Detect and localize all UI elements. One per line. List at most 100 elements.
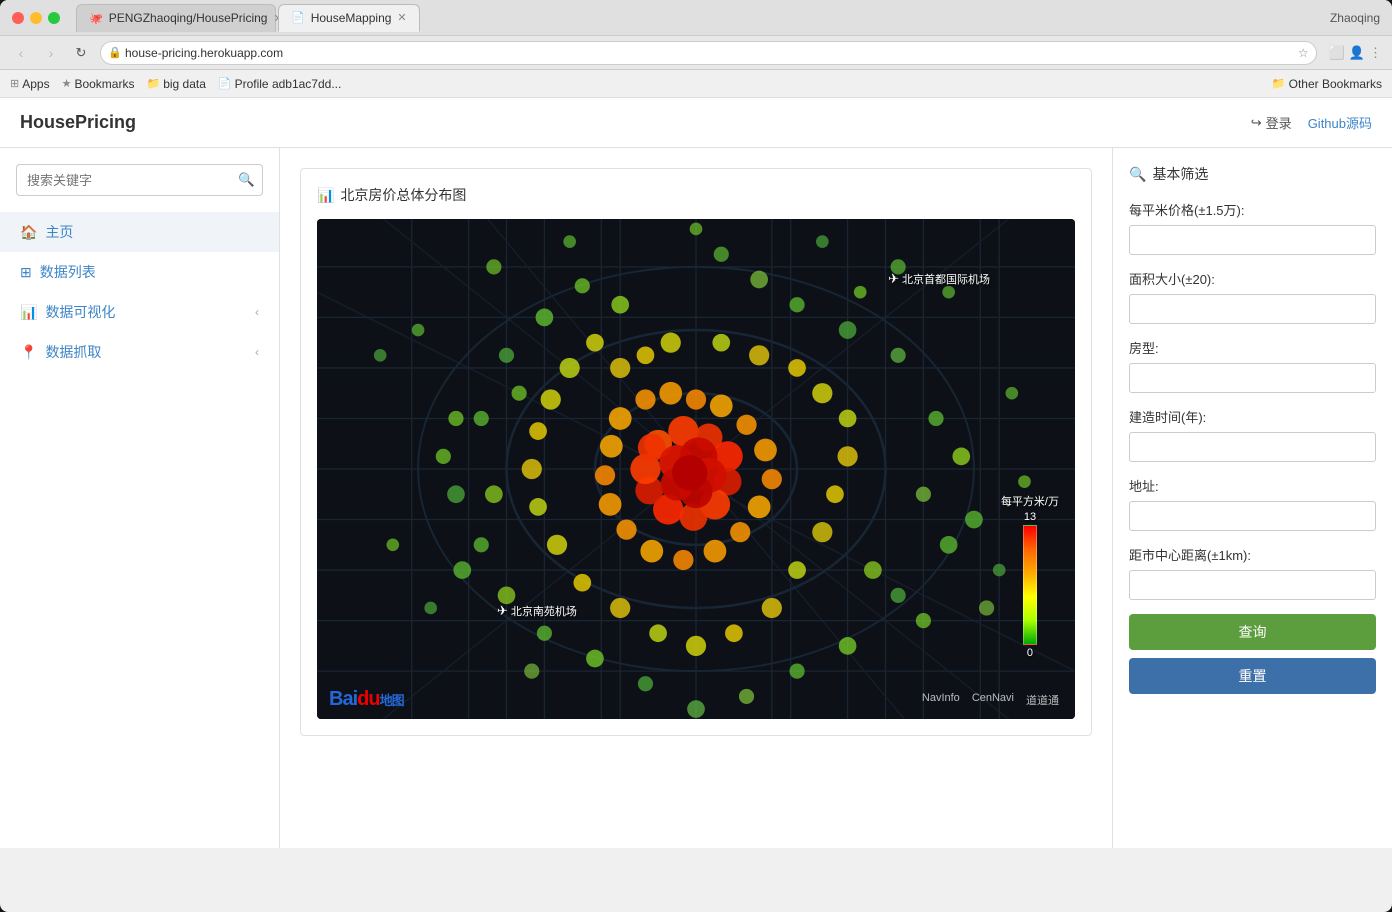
airport-icon-nanyuan: ✈	[497, 603, 508, 619]
chart-icon-title: 📊	[317, 187, 334, 204]
app-body: 🔍 🏠 主页 ⊞ 数据列表 📊 数据可视化 ‹ 📍 数据抓取	[0, 148, 1392, 848]
address-bar: ‹ › ↻ 🔒 ☆ ⬜ 👤 ⋮	[0, 36, 1392, 70]
back-button[interactable]: ‹	[10, 42, 32, 64]
bookmark-apps-label: Apps	[22, 77, 49, 91]
bookmark-profile[interactable]: 📄 Profile adb1ac7dd...	[218, 77, 341, 91]
filter-room-type: 房型:	[1129, 338, 1376, 393]
folder-other-icon: 📁	[1272, 77, 1286, 90]
profile-button[interactable]: 👤	[1349, 45, 1365, 61]
filter-year: 建造时间(年):	[1129, 407, 1376, 462]
refresh-button[interactable]: ↻	[70, 42, 92, 64]
screenshot-button[interactable]: ⬜	[1329, 45, 1345, 61]
query-button[interactable]: 查询	[1129, 614, 1376, 650]
apps-grid-icon: ⊞	[10, 77, 19, 90]
tab-housemapping-close[interactable]: ✕	[397, 11, 406, 24]
legend-min-label: 0	[1027, 647, 1033, 659]
browser-content: HousePricing ↪ 登录 Github源码 🔍	[0, 98, 1392, 848]
search-box: 🔍	[0, 164, 279, 212]
filter-price: 每平米价格(±1.5万):	[1129, 200, 1376, 255]
bookmark-profile-label: Profile adb1ac7dd...	[235, 77, 342, 91]
bookmark-other[interactable]: 📁 Other Bookmarks	[1272, 77, 1382, 91]
login-icon: ↪	[1251, 115, 1262, 131]
forward-button[interactable]: ›	[40, 42, 62, 64]
url-container: 🔒 ☆	[100, 41, 1317, 65]
chevron-right-icon-2: ‹	[255, 345, 259, 359]
map-attribution: Baidu地图 NavInfo CenNavi 道道通	[329, 688, 1059, 711]
filter-title: 🔍 基本筛选	[1129, 164, 1376, 184]
filter-year-label: 建造时间(年):	[1129, 407, 1376, 426]
tab-housemapping[interactable]: 📄 HouseMapping ✕	[278, 4, 420, 32]
tab-housemapping-label: HouseMapping	[311, 11, 392, 25]
filter-price-input[interactable]	[1129, 225, 1376, 255]
login-link[interactable]: ↪ 登录	[1251, 113, 1292, 132]
bookmarks-bar: ⊞ Apps ★ Bookmarks 📁 big data 📄 Profile …	[0, 70, 1392, 98]
pin-icon: 📍	[20, 344, 37, 361]
app-logo: HousePricing	[20, 112, 136, 133]
sidebar: 🔍 🏠 主页 ⊞ 数据列表 📊 数据可视化 ‹ 📍 数据抓取	[0, 148, 280, 848]
sidebar-item-home[interactable]: 🏠 主页	[0, 212, 279, 252]
sidebar-data-crawl-label: 数据抓取	[45, 342, 101, 362]
home-icon: 🏠	[20, 224, 37, 241]
filter-room-type-input[interactable]	[1129, 363, 1376, 393]
airport-icon-capital: ✈	[888, 271, 899, 287]
filter-address-label: 地址:	[1129, 476, 1376, 495]
filter-distance: 距市中心距离(±1km):	[1129, 545, 1376, 600]
filter-room-type-label: 房型:	[1129, 338, 1376, 357]
filter-address-input[interactable]	[1129, 501, 1376, 531]
url-actions: ⬜ 👤 ⋮	[1329, 45, 1382, 61]
filter-address: 地址:	[1129, 476, 1376, 531]
chevron-right-icon: ‹	[255, 305, 259, 319]
search-input[interactable]	[16, 164, 231, 196]
header-actions: ↪ 登录 Github源码	[1251, 113, 1372, 132]
lock-icon: 🔒	[108, 46, 122, 59]
right-panel: 🔍 基本筛选 每平米价格(±1.5万): 面积大小(±20): 房型: 建造时间	[1112, 148, 1392, 848]
browser-window: 🐙 PENGZhaoqing/HousePricing ✕ 📄 HouseMap…	[0, 0, 1392, 912]
page-icon: 📄	[291, 11, 305, 24]
tab-github[interactable]: 🐙 PENGZhaoqing/HousePricing ✕	[76, 4, 276, 32]
filter-title-text: 基本筛选	[1152, 164, 1208, 184]
bookmark-other-label: Other Bookmarks	[1289, 77, 1382, 91]
url-input[interactable]	[100, 41, 1317, 65]
bookmark-star-icon[interactable]: ☆	[1298, 46, 1309, 60]
main-panel: 📊 北京房价总体分布图	[280, 148, 1112, 848]
panel-title-text: 北京房价总体分布图	[340, 185, 466, 205]
maximize-button[interactable]	[48, 12, 60, 24]
search-filter-icon: 🔍	[1129, 166, 1146, 183]
legend-max-label: 13	[1024, 511, 1036, 523]
github-icon: 🐙	[89, 12, 103, 25]
baidu-logo: Baidu地图	[329, 688, 404, 711]
airport-label-nanyuan: ✈ 北京南苑机场	[497, 603, 577, 619]
filter-year-input[interactable]	[1129, 432, 1376, 462]
legend-bar	[1023, 525, 1037, 645]
sidebar-data-viz-label: 数据可视化	[45, 302, 115, 322]
reset-button[interactable]: 重置	[1129, 658, 1376, 694]
sidebar-home-label: 主页	[45, 222, 73, 242]
close-button[interactable]	[12, 12, 24, 24]
login-label: 登录	[1266, 113, 1292, 132]
filter-price-label: 每平米价格(±1.5万):	[1129, 200, 1376, 219]
list-icon: ⊞	[20, 264, 32, 281]
map-container[interactable]: ✈ 北京首都国际机场 ✈ 北京南苑机场 每平方米/万 13 0	[317, 219, 1075, 719]
filter-area-input[interactable]	[1129, 294, 1376, 324]
sidebar-item-data-list[interactable]: ⊞ 数据列表	[0, 252, 279, 292]
github-source-label: Github源码	[1308, 113, 1372, 132]
map-dots	[317, 219, 1075, 719]
sidebar-item-data-crawl[interactable]: 📍 数据抓取 ‹	[0, 332, 279, 372]
airport-label-capital: ✈ 北京首都国际机场	[888, 271, 990, 287]
app-header: HousePricing ↪ 登录 Github源码	[0, 98, 1392, 148]
github-link[interactable]: Github源码	[1308, 113, 1372, 132]
title-bar: 🐙 PENGZhaoqing/HousePricing ✕ 📄 HouseMap…	[0, 0, 1392, 36]
search-button[interactable]: 🔍	[231, 164, 263, 196]
sidebar-item-data-viz[interactable]: 📊 数据可视化 ‹	[0, 292, 279, 332]
filter-distance-input[interactable]	[1129, 570, 1376, 600]
chart-icon: 📊	[20, 304, 37, 321]
folder-icon: 📁	[146, 77, 160, 90]
bookmark-apps[interactable]: ⊞ Apps	[10, 77, 50, 91]
bookmark-bigdata[interactable]: 📁 big data	[146, 77, 205, 91]
filter-area: 面积大小(±20):	[1129, 269, 1376, 324]
filter-distance-label: 距市中心距离(±1km):	[1129, 545, 1376, 564]
bookmark-bookmarks[interactable]: ★ Bookmarks	[62, 77, 135, 91]
minimize-button[interactable]	[30, 12, 42, 24]
menu-button[interactable]: ⋮	[1369, 45, 1382, 61]
star-icon: ★	[62, 77, 72, 90]
